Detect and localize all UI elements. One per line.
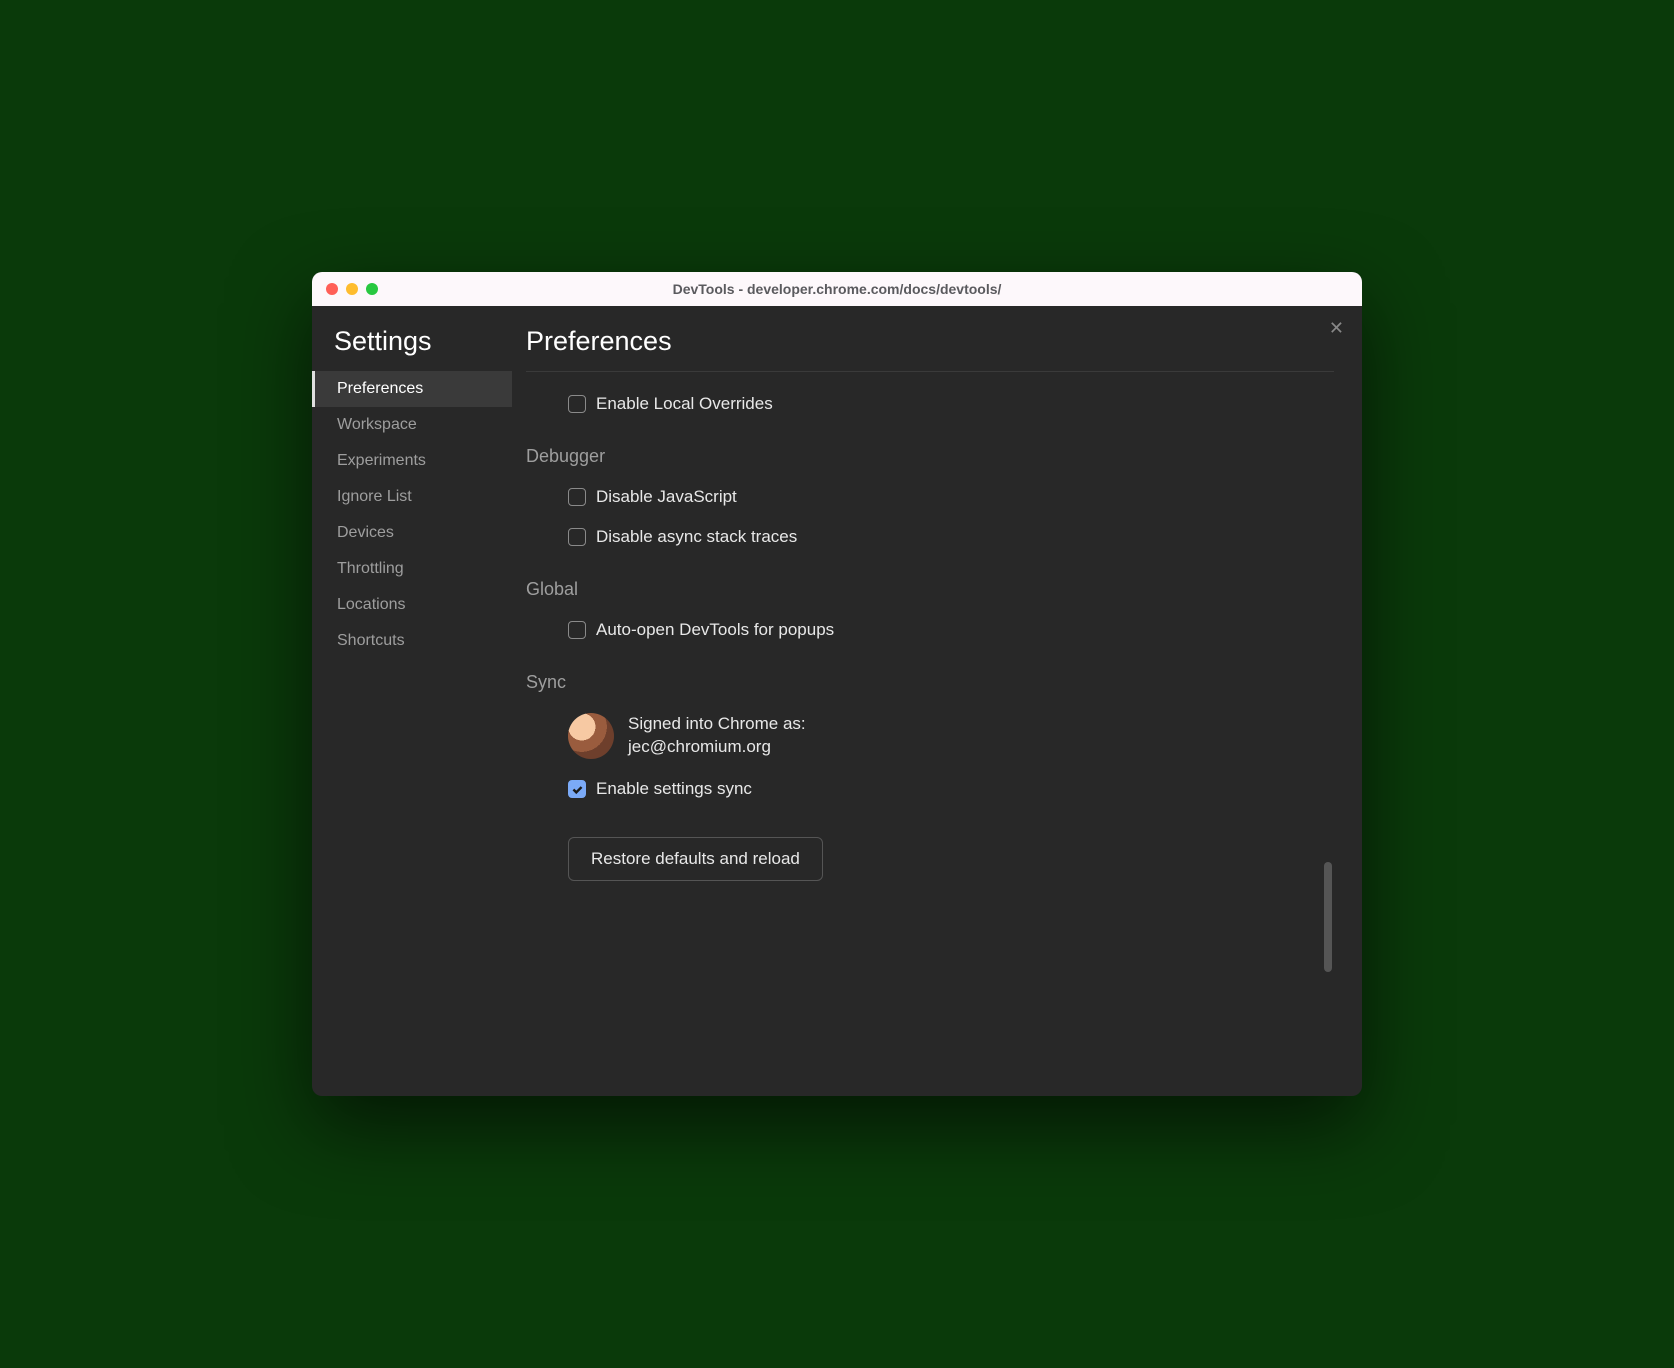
close-window-button[interactable] [326,283,338,295]
sidebar-item-label: Ignore List [337,488,412,505]
close-icon[interactable]: ✕ [1329,318,1344,339]
option-disable-javascript[interactable]: Disable JavaScript [526,477,1334,517]
avatar [568,713,614,759]
sidebar-item-preferences[interactable]: Preferences [312,371,512,407]
sidebar-item-shortcuts[interactable]: Shortcuts [312,623,512,659]
preferences-panel: Preferences Enable Local Overrides Debug… [512,306,1362,1096]
sync-account-text: Signed into Chrome as: jec@chromium.org [628,713,806,759]
panel-title: Preferences [526,326,1334,371]
option-label: Auto-open DevTools for popups [596,620,834,640]
settings-content: ✕ Settings Preferences Workspace Experim… [312,306,1362,1096]
sidebar-item-label: Devices [337,524,394,541]
sidebar-item-throttling[interactable]: Throttling [312,551,512,587]
option-label: Disable JavaScript [596,487,737,507]
checkbox-icon[interactable] [568,621,586,639]
signed-in-label: Signed into Chrome as: [628,713,806,736]
sidebar-item-label: Workspace [337,416,417,433]
sidebar-item-label: Throttling [337,560,404,577]
restore-defaults-button[interactable]: Restore defaults and reload [568,837,823,881]
signed-in-email: jec@chromium.org [628,736,806,759]
option-disable-async-stack-traces[interactable]: Disable async stack traces [526,517,1334,557]
sidebar-item-devices[interactable]: Devices [312,515,512,551]
option-auto-open-devtools-popups[interactable]: Auto-open DevTools for popups [526,610,1334,650]
sidebar-item-label: Experiments [337,452,426,469]
option-label: Disable async stack traces [596,527,797,547]
checkbox-icon[interactable] [568,528,586,546]
maximize-window-button[interactable] [366,283,378,295]
sidebar-item-label: Locations [337,596,406,613]
sidebar-title: Settings [312,326,512,371]
section-sync: Sync [526,672,1334,693]
option-enable-settings-sync[interactable]: Enable settings sync [526,769,1334,809]
titlebar: DevTools - developer.chrome.com/docs/dev… [312,272,1362,306]
traffic-lights [326,283,378,295]
section-debugger: Debugger [526,446,1334,467]
button-label: Restore defaults and reload [591,849,800,868]
checkbox-icon[interactable] [568,395,586,413]
checkbox-icon[interactable] [568,488,586,506]
sidebar-item-workspace[interactable]: Workspace [312,407,512,443]
scrollbar-thumb[interactable] [1324,862,1332,972]
option-enable-local-overrides[interactable]: Enable Local Overrides [526,384,1334,424]
minimize-window-button[interactable] [346,283,358,295]
sync-account-row: Signed into Chrome as: jec@chromium.org [526,703,1334,769]
option-label: Enable settings sync [596,779,752,799]
sidebar-item-label: Shortcuts [337,632,405,649]
checkbox-icon[interactable] [568,780,586,798]
sidebar-item-label: Preferences [337,380,423,397]
sidebar-item-locations[interactable]: Locations [312,587,512,623]
sidebar: Settings Preferences Workspace Experimen… [312,306,512,1096]
devtools-settings-window: DevTools - developer.chrome.com/docs/dev… [312,272,1362,1096]
preferences-scroll-area[interactable]: Enable Local Overrides Debugger Disable … [526,371,1334,1076]
sidebar-item-ignore-list[interactable]: Ignore List [312,479,512,515]
section-global: Global [526,579,1334,600]
option-label: Enable Local Overrides [596,394,773,414]
window-title: DevTools - developer.chrome.com/docs/dev… [312,281,1362,297]
sidebar-item-experiments[interactable]: Experiments [312,443,512,479]
